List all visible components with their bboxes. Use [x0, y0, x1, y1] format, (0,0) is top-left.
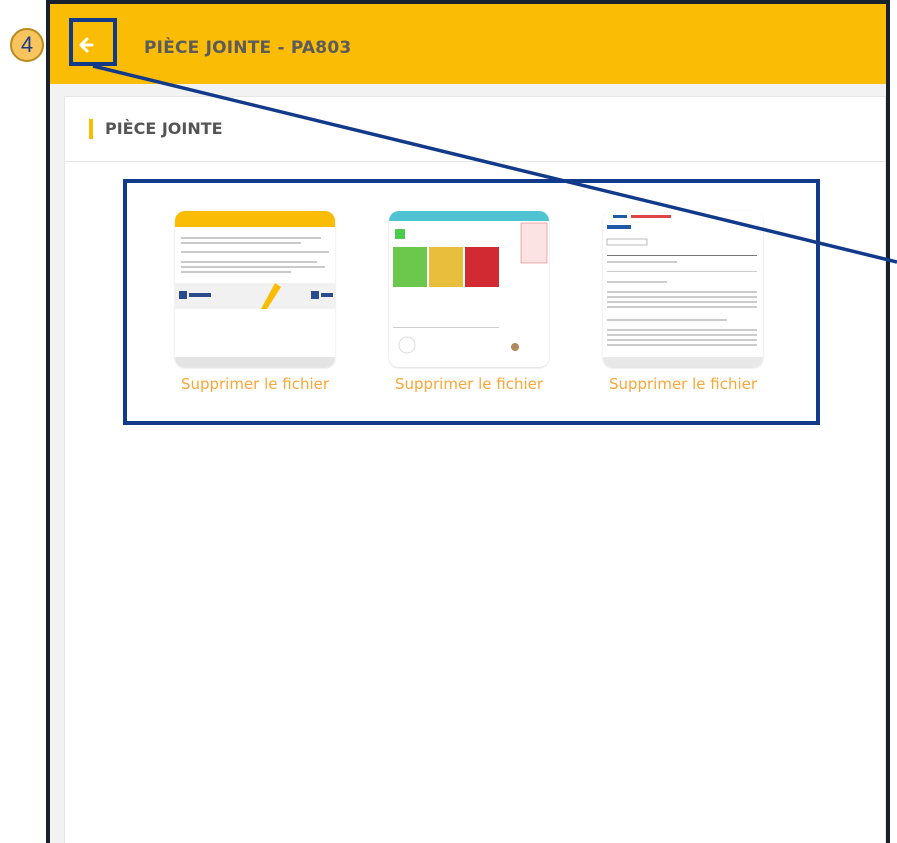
step-number-badge: 4 [10, 28, 44, 62]
callout-line [92, 64, 897, 264]
